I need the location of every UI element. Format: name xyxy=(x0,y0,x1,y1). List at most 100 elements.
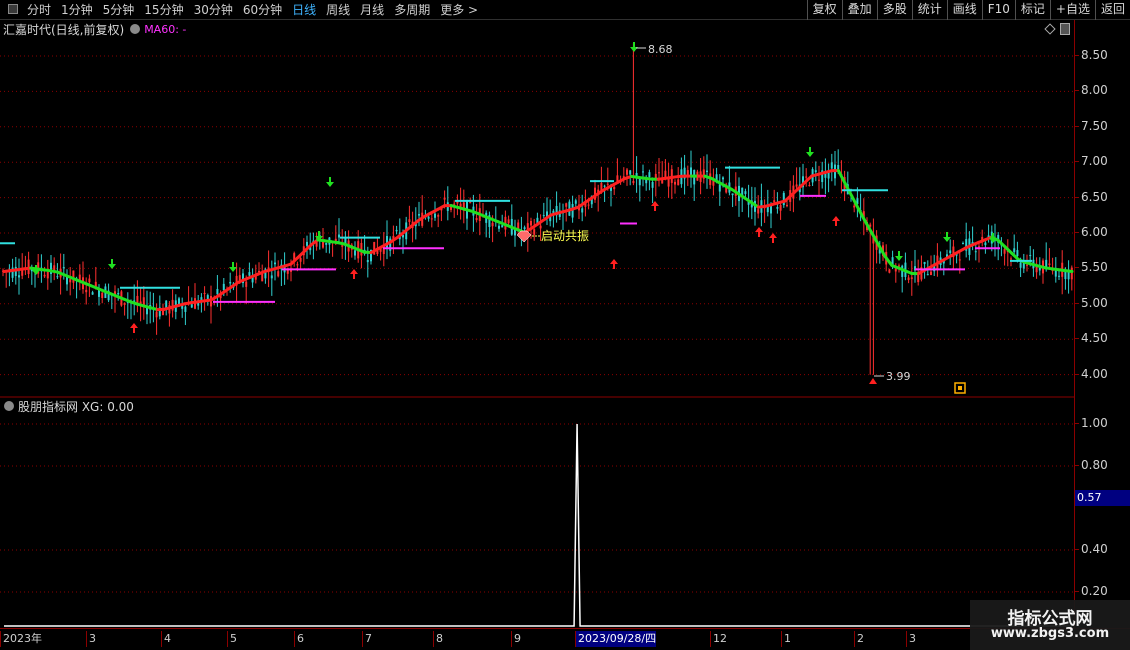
candle-body xyxy=(523,227,526,230)
toolbar-button-6[interactable]: 标记 xyxy=(1014,0,1050,20)
candle-body xyxy=(910,277,913,279)
window-menu-icon[interactable] xyxy=(8,4,18,14)
candle-body xyxy=(1016,250,1019,257)
candle-body xyxy=(101,292,104,298)
period-tab-1[interactable]: 1分钟 xyxy=(56,0,98,20)
toolbar-button-5[interactable]: F10 xyxy=(981,0,1015,20)
toolbar-button-8[interactable]: 返回 xyxy=(1094,0,1130,20)
candle-body xyxy=(853,205,856,208)
candle-body xyxy=(648,172,651,177)
candle-body xyxy=(626,169,628,175)
candle-body xyxy=(587,204,590,206)
watermark: 指标公式网 www.zbgs3.com xyxy=(970,600,1130,650)
candle-body xyxy=(1013,248,1016,252)
toolbar-button-4[interactable]: 画线 xyxy=(946,0,982,20)
candle-body xyxy=(117,292,120,295)
candle-body xyxy=(1058,275,1060,277)
candle-body xyxy=(184,306,187,312)
period-tab-3[interactable]: 15分钟 xyxy=(139,0,188,20)
candle-body xyxy=(296,264,299,266)
right-toolbar: 复权 叠加 多股 统计 画线 F10 标记 +自选 返回 xyxy=(806,0,1130,20)
date-tick: 4 xyxy=(161,631,171,647)
candle-body xyxy=(91,292,94,295)
candle-body xyxy=(178,298,180,305)
indicator-y-tick: 0.40 xyxy=(1075,542,1108,556)
candle-body xyxy=(888,269,891,273)
candle-body xyxy=(978,246,980,248)
candle-body xyxy=(837,164,840,170)
sell-arrow-icon xyxy=(630,42,638,52)
indicator-y-tick: 1.00 xyxy=(1075,416,1108,430)
current-value-badge: 0.57 xyxy=(1075,490,1130,506)
candle-body xyxy=(274,262,276,265)
candle-body xyxy=(530,220,532,226)
candle-body xyxy=(299,257,302,262)
period-tab-4[interactable]: 30分钟 xyxy=(189,0,238,20)
period-tab-10[interactable]: 更多 > xyxy=(435,0,483,20)
candle-body xyxy=(514,230,516,236)
period-tab-7[interactable]: 周线 xyxy=(321,0,355,20)
toolbar: 分时 1分钟 5分钟 15分钟 30分钟 60分钟 日线 周线 月线 多周期 更多 > 复权 叠加 多股… xyxy=(0,0,1130,20)
candle-body xyxy=(216,288,219,295)
price-y-tick: 6.00 xyxy=(1075,225,1108,239)
candle-body xyxy=(21,270,24,276)
candle-body xyxy=(203,292,206,295)
toolbar-button-1[interactable]: 叠加 xyxy=(841,0,877,20)
candle-body xyxy=(722,177,724,180)
indicator-y-tick: 0.20 xyxy=(1075,584,1108,598)
candle-body xyxy=(907,277,910,280)
candle-body xyxy=(475,218,478,221)
candle-body xyxy=(1026,264,1028,266)
signal-arrows xyxy=(32,42,997,333)
candle-body xyxy=(222,283,225,291)
candle-body xyxy=(565,203,568,207)
candle-body xyxy=(958,259,961,261)
candle-body xyxy=(18,275,20,278)
buy-arrow-icon xyxy=(755,227,763,237)
date-tick: 2023/09/28/四 xyxy=(575,631,657,647)
price-chart[interactable]: 8.68 3.99 启动共振 xyxy=(0,20,1074,398)
buy-arrow-icon xyxy=(832,216,840,226)
candle-body xyxy=(658,172,660,174)
candle-body xyxy=(72,270,75,283)
period-tab-0[interactable]: 分时 xyxy=(22,0,56,20)
sell-arrow-icon xyxy=(989,233,997,243)
candle-body xyxy=(245,281,248,287)
toolbar-button-7[interactable]: +自选 xyxy=(1049,0,1095,20)
candle-body xyxy=(43,274,46,277)
price-y-axis: 8.50 8.00 7.50 7.00 6.50 6.00 5.50 5.00 4.50 4.00 xyxy=(1074,20,1130,398)
indicator-grid xyxy=(0,423,1074,593)
candle-body xyxy=(338,234,340,238)
candle-body xyxy=(341,245,344,247)
buy-arrow-icon xyxy=(769,233,777,243)
indicator-y-axis: 1.00 0.80 0.40 0.20 xyxy=(1074,398,1130,628)
period-tab-9[interactable]: 多周期 xyxy=(389,0,435,20)
date-tick: 2 xyxy=(854,631,864,647)
date-tick: 2023年 xyxy=(0,631,42,647)
candle-body xyxy=(88,278,91,283)
candle-body xyxy=(533,229,536,235)
candle-body xyxy=(677,179,680,186)
indicator-chart[interactable] xyxy=(0,398,1074,628)
date-tick: 8 xyxy=(433,631,443,647)
price-y-tick: 7.50 xyxy=(1075,118,1108,133)
sell-arrow-icon xyxy=(806,147,814,157)
candle-body xyxy=(469,202,472,204)
candle-body xyxy=(190,304,193,308)
period-tab-5[interactable]: 60分钟 xyxy=(238,0,287,20)
period-tab-6[interactable]: 日线 xyxy=(287,0,321,20)
candle-body xyxy=(773,200,776,203)
trend-segment xyxy=(1063,269,1074,274)
period-tab-2[interactable]: 5分钟 xyxy=(98,0,140,20)
date-tick: 3 xyxy=(906,631,916,647)
candle-body xyxy=(1010,258,1012,260)
toolbar-button-2[interactable]: 多股 xyxy=(876,0,912,20)
candle-body xyxy=(1048,263,1051,265)
toolbar-button-3[interactable]: 统计 xyxy=(911,0,947,20)
candle-body xyxy=(322,241,324,248)
candle-body xyxy=(962,243,964,245)
toolbar-button-0[interactable]: 复权 xyxy=(806,0,842,20)
period-tab-8[interactable]: 月线 xyxy=(355,0,389,20)
candle-body xyxy=(498,225,500,229)
candle-body xyxy=(229,281,232,284)
